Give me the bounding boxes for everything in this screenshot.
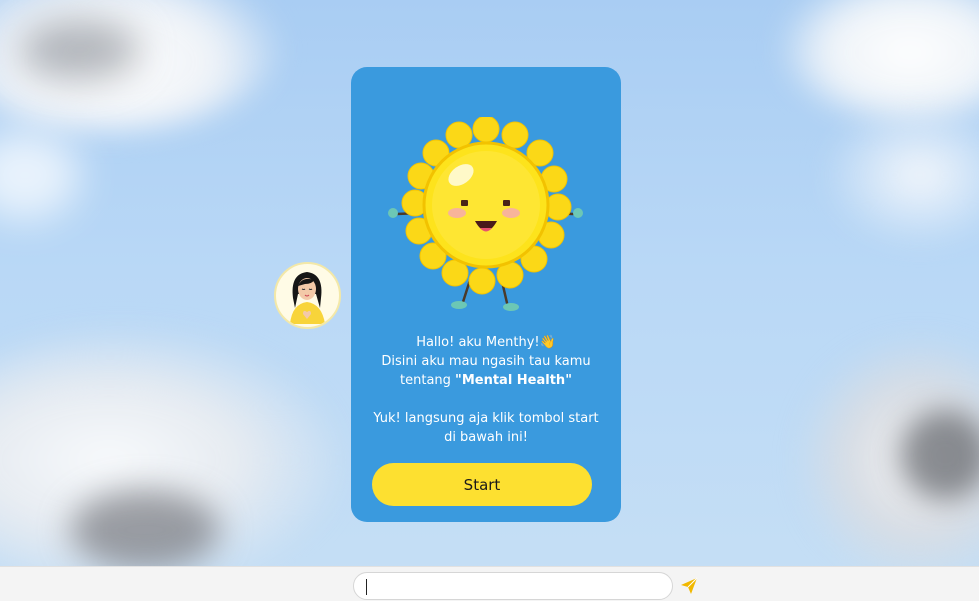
girl-heart-hands-avatar xyxy=(274,262,341,329)
text-caret xyxy=(366,579,367,595)
welcome-card: Hallo! aku Menthy!👋 Disini aku mau ngasi… xyxy=(351,67,621,522)
intro-line: Disini aku mau ngasih tau kamu xyxy=(381,354,591,369)
paper-plane-icon xyxy=(681,577,698,594)
chat-input[interactable] xyxy=(353,572,673,600)
cloud xyxy=(820,100,979,250)
topic-highlight: "Mental Health" xyxy=(455,373,572,388)
intro-line: tentang "Mental Health" xyxy=(351,371,621,390)
start-button[interactable]: Start xyxy=(372,463,592,506)
cloud xyxy=(780,0,979,120)
send-button[interactable] xyxy=(679,576,699,596)
cta-line: di bawah ini! xyxy=(444,430,528,445)
sun-mascot-icon xyxy=(388,117,583,311)
intro-prefix: tentang xyxy=(400,373,456,388)
chat-bar xyxy=(0,566,979,601)
cloud xyxy=(20,20,140,80)
cloud xyxy=(70,490,220,566)
intro-text: Hallo! aku Menthy!👋 Disini aku mau ngasi… xyxy=(351,333,621,447)
greeting-text: Hallo! aku Menthy!👋 xyxy=(416,335,556,350)
cloud xyxy=(0,130,80,220)
cta-line: Yuk! langsung aja klik tombol start xyxy=(373,411,599,426)
